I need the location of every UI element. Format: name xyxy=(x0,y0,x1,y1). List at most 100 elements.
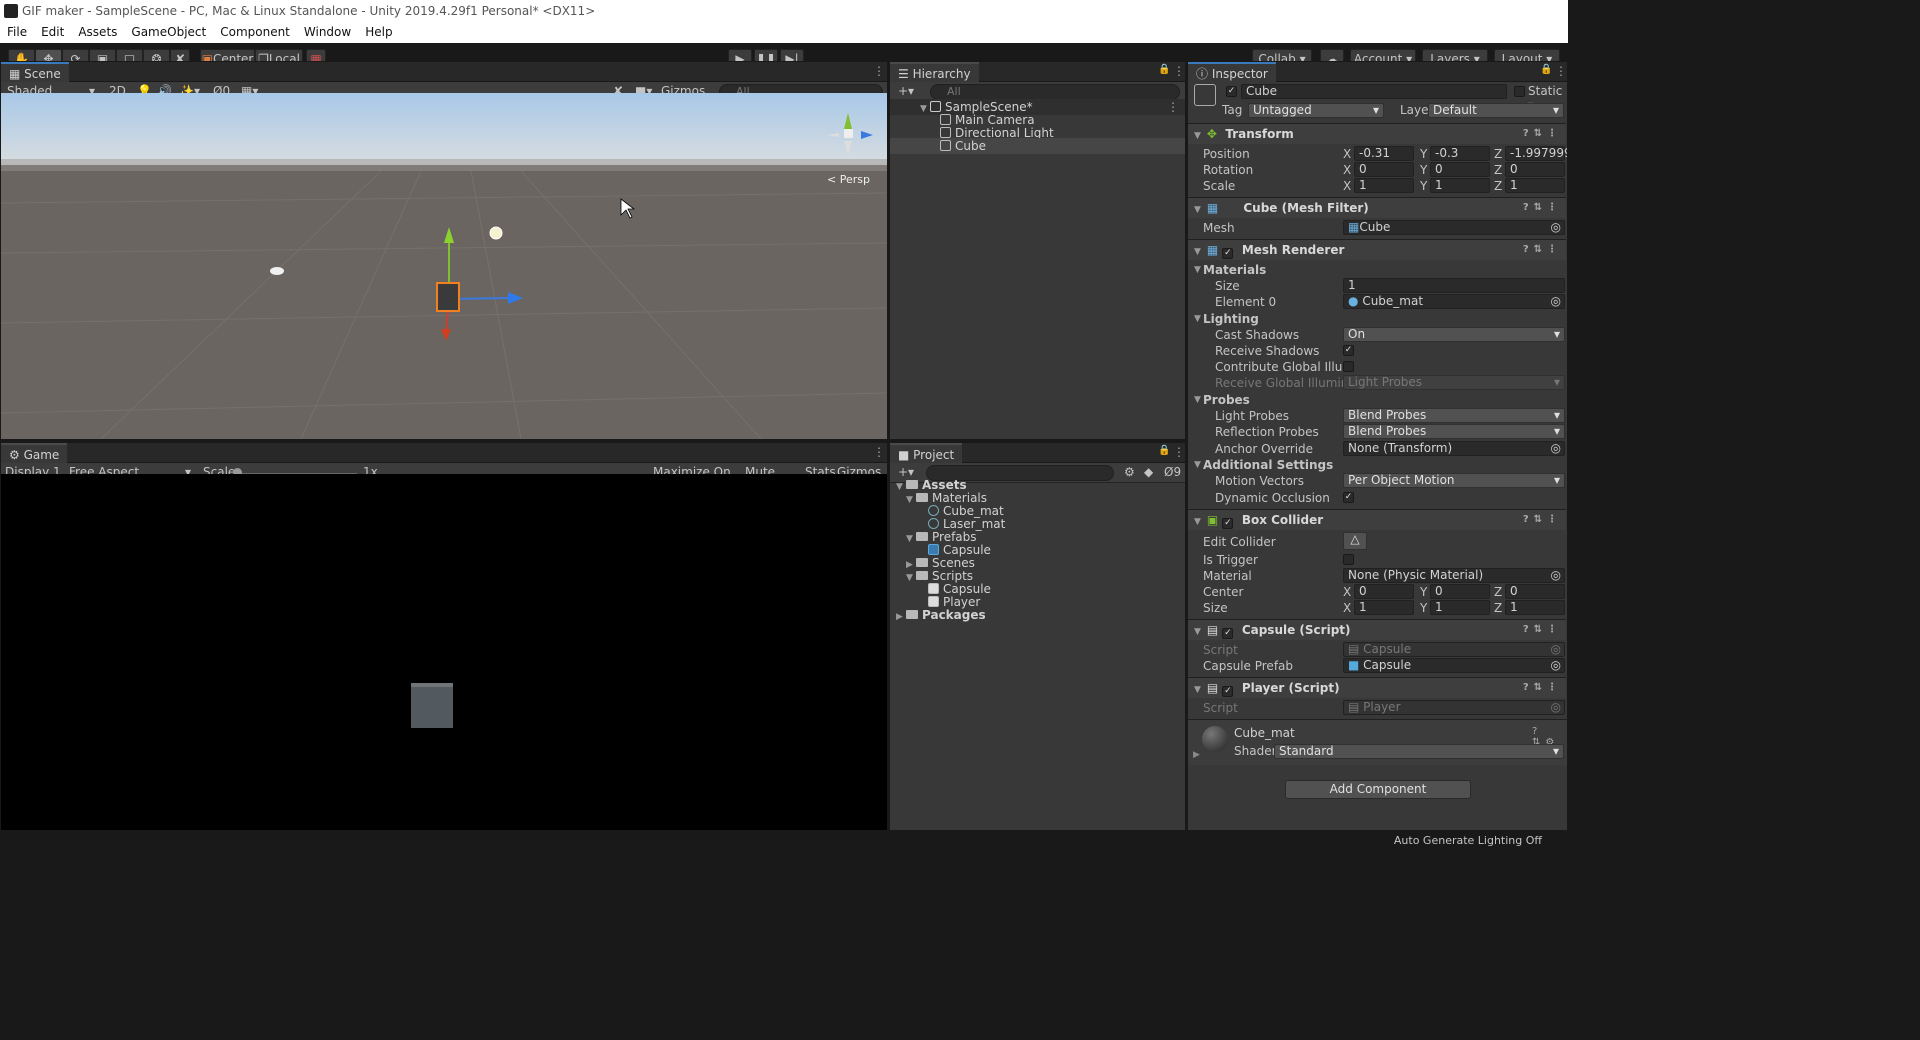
add-component-button[interactable]: Add Component xyxy=(1285,780,1471,799)
cast-shadows-row: Cast Shadows On ▾ xyxy=(1188,327,1566,343)
center-y-field[interactable]: 0 xyxy=(1430,584,1490,599)
menu-file[interactable]: File xyxy=(0,23,34,39)
material-foldout-arrow-icon[interactable]: ▶ xyxy=(1193,750,1200,760)
hierarchy-item-cube[interactable]: Cube xyxy=(890,138,1185,154)
anchor-override-field[interactable]: None (Transform) ◎ xyxy=(1343,441,1565,456)
rotation-z-field[interactable]: 0 xyxy=(1505,162,1565,177)
game-viewport[interactable] xyxy=(1,474,887,830)
player-script-header[interactable]: ▼ ▤ ✓ Player (Script) ?⇅⋮ xyxy=(1188,677,1566,698)
scale-row: Scale X1 Y1 Z1 xyxy=(1188,178,1566,194)
lighting-foldout[interactable]: ▼ Lighting xyxy=(1188,311,1566,327)
material-preview-icon xyxy=(1202,726,1228,752)
panel-menu-icon[interactable]: ⋮ xyxy=(1555,64,1567,78)
tab-inspector[interactable]: ⓘ Inspector xyxy=(1188,62,1276,82)
center-z-field[interactable]: 0 xyxy=(1505,584,1565,599)
menu-gameobject[interactable]: GameObject xyxy=(124,23,213,39)
transform-header[interactable]: ▼ ✥ Transform ?⇅⋮ xyxy=(1188,123,1566,144)
scale-x-field[interactable]: 1 xyxy=(1354,178,1414,193)
position-row: Position X -0.31 Y -0.3 Z -1.997999 xyxy=(1203,146,1568,161)
hierarchy-panel: ☰ Hierarchy 🔒 ⋮ +▾ All ▼ SampleScene* ⋮ M… xyxy=(889,61,1186,440)
cast-shadows-dropdown[interactable]: On ▾ xyxy=(1343,327,1565,342)
materials-foldout[interactable]: ▼ Materials xyxy=(1188,262,1566,278)
position-x-field[interactable]: -0.31 xyxy=(1354,146,1414,161)
tag-dropdown[interactable]: Untagged ▾ xyxy=(1248,103,1384,118)
scene-viewport[interactable]: < Persp xyxy=(1,93,887,439)
center-x-field[interactable]: 0 xyxy=(1354,584,1414,599)
scale-z-field[interactable]: 1 xyxy=(1505,178,1565,193)
additional-settings-foldout[interactable]: ▼ Additional Settings xyxy=(1188,457,1566,473)
tag-label: Tag xyxy=(1222,103,1243,117)
tab-project[interactable]: ■ Project xyxy=(890,443,963,463)
rotation-y-field[interactable]: 0 xyxy=(1430,162,1490,177)
menu-component[interactable]: Component xyxy=(213,23,297,39)
panel-menu-icon[interactable]: ⋮ xyxy=(1173,64,1185,78)
tab-scene[interactable]: ▦ Scene xyxy=(1,62,69,82)
static-checkbox[interactable] xyxy=(1514,86,1525,97)
mesh-field[interactable]: ▦Cube ◎ xyxy=(1343,220,1565,235)
status-bar: Auto Generate Lighting Off xyxy=(0,831,1568,849)
folder-icon xyxy=(916,558,928,567)
layer-dropdown[interactable]: Default ▾ xyxy=(1428,103,1564,118)
create-add-icon[interactable]: +▾ xyxy=(894,84,920,100)
capsule-script-row: Script ▤ Capsule ◎ xyxy=(1188,642,1566,658)
lock-icon[interactable]: 🔒 xyxy=(1158,445,1170,456)
probes-foldout[interactable]: ▼ Probes xyxy=(1188,392,1566,408)
shader-dropdown[interactable]: Standard ▾ xyxy=(1274,744,1564,759)
collider-material-row: Material None (Physic Material) ◎ xyxy=(1188,568,1566,584)
capsule-script-header[interactable]: ▼ ▤ ✓ Capsule (Script) ?⇅⋮ xyxy=(1188,619,1566,640)
menu-assets[interactable]: Assets xyxy=(71,23,124,39)
edit-collider-button[interactable]: △ xyxy=(1343,532,1367,550)
size-z-field[interactable]: 1 xyxy=(1505,600,1565,615)
filter-type-icon[interactable]: ⚙ xyxy=(1120,465,1138,481)
element0-field[interactable]: ● Cube_mat ◎ xyxy=(1343,294,1565,309)
meshfilter-header[interactable]: ▼ ▦ Cube (Mesh Filter) ?⇅⋮ xyxy=(1188,197,1566,218)
center-row: Center X0 Y0 Z0 xyxy=(1188,584,1566,600)
motion-vectors-row: Motion Vectors Per Object Motion ▾ xyxy=(1188,473,1566,489)
lock-icon[interactable]: 🔒 xyxy=(1158,64,1170,75)
contribute-gi-checkbox[interactable] xyxy=(1343,361,1354,372)
scene-panel: ▦ Scene ⋮ Shaded ▾ 2D 💡 🔊 ✨▾ Ø0 ▦▾ ✘ ■▾ G… xyxy=(0,61,888,440)
menu-window[interactable]: Window xyxy=(297,23,358,39)
meshrenderer-header[interactable]: ▼ ▦ ✓ Mesh Renderer ?⇅⋮ xyxy=(1188,239,1566,260)
scale-y-field[interactable]: 1 xyxy=(1430,178,1490,193)
collider-material-field[interactable]: None (Physic Material) ◎ xyxy=(1343,568,1565,583)
status-text[interactable]: Auto Generate Lighting Off xyxy=(1394,834,1542,847)
hierarchy-search-input[interactable]: All xyxy=(930,84,1180,100)
capsule-prefab-field[interactable]: ■ Capsule ◎ xyxy=(1343,658,1565,673)
perspective-label[interactable]: < Persp xyxy=(827,173,870,186)
hidden-packages-icon[interactable]: Ø9 xyxy=(1160,465,1186,481)
scene-root-row[interactable]: ▼ SampleScene* ⋮ xyxy=(890,99,1185,115)
panel-menu-icon[interactable]: ⋮ xyxy=(873,445,885,459)
filter-label-icon[interactable]: ◆ xyxy=(1140,465,1158,481)
menu-edit[interactable]: Edit xyxy=(34,23,71,39)
gameobject-icon xyxy=(940,140,951,151)
materials-size-field[interactable]: 1 xyxy=(1343,278,1565,293)
rotation-x-field[interactable]: 0 xyxy=(1354,162,1414,177)
dynamic-occlusion-checkbox[interactable]: ✓ xyxy=(1343,492,1354,503)
gameobject-icon xyxy=(940,127,951,138)
folder-packages[interactable]: ▶ Packages xyxy=(896,607,986,623)
receive-shadows-checkbox[interactable]: ✓ xyxy=(1343,345,1354,356)
capsule-prefab-row: Capsule Prefab ■ Capsule ◎ xyxy=(1188,658,1566,674)
tab-game[interactable]: ⚙ Game xyxy=(1,443,68,463)
is-trigger-checkbox[interactable] xyxy=(1343,554,1354,565)
edit-collider-row: Edit Collider △ xyxy=(1188,532,1566,552)
position-z-field[interactable]: -1.997999 xyxy=(1505,146,1567,161)
tab-hierarchy[interactable]: ☰ Hierarchy xyxy=(890,62,979,82)
panel-menu-icon[interactable]: ⋮ xyxy=(873,64,885,78)
size-y-field[interactable]: 1 xyxy=(1430,600,1490,615)
script-icon xyxy=(928,596,939,607)
panel-menu-icon[interactable]: ⋮ xyxy=(1173,445,1185,459)
motion-vectors-dropdown[interactable]: Per Object Motion ▾ xyxy=(1343,473,1565,488)
active-checkbox[interactable]: ✓ xyxy=(1226,86,1237,97)
position-y-field[interactable]: -0.3 xyxy=(1430,146,1490,161)
object-name-field[interactable]: Cube xyxy=(1241,84,1507,99)
size-x-field[interactable]: 1 xyxy=(1354,600,1414,615)
menu-help[interactable]: Help xyxy=(358,23,399,39)
boxcollider-header[interactable]: ▼ ▣ ✓ Box Collider ?⇅⋮ xyxy=(1188,509,1566,530)
scene-menu-icon[interactable]: ⋮ xyxy=(1167,99,1179,115)
lock-icon[interactable]: 🔒 xyxy=(1540,64,1552,75)
light-probes-dropdown[interactable]: Blend Probes ▾ xyxy=(1343,408,1565,423)
gameobject-cube-icon xyxy=(1194,84,1216,106)
reflection-probes-dropdown[interactable]: Blend Probes ▾ xyxy=(1343,424,1565,439)
